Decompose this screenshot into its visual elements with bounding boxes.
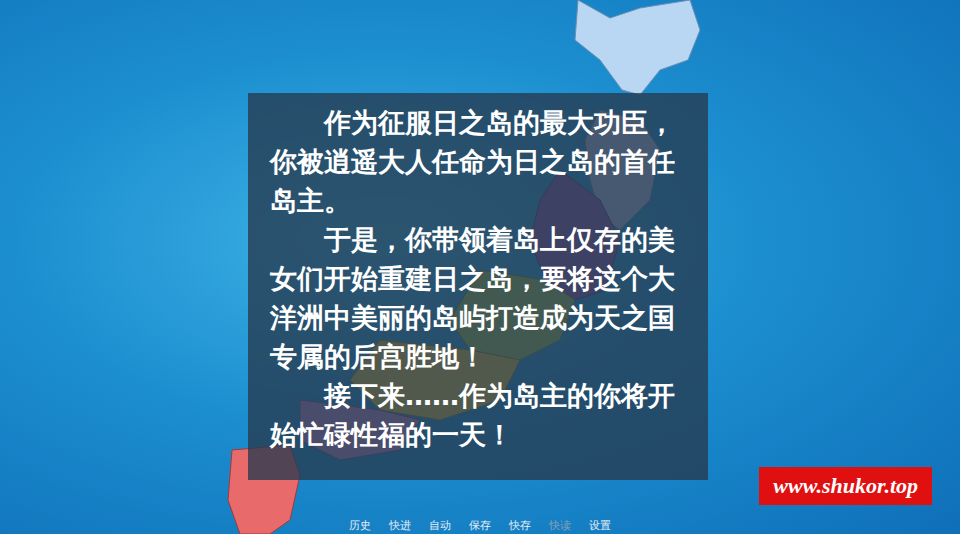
menu-button[interactable]: 保存 [467, 519, 493, 533]
menu-button[interactable]: 快进 [387, 519, 413, 533]
watermark: www.shukor.top [759, 467, 932, 505]
menu-button[interactable]: 快存 [507, 519, 533, 533]
story-paragraph: 于是，你带领着岛上仅存的美女们开始重建日之岛，要将这个大洋洲中美丽的岛屿打造成为… [270, 220, 690, 376]
quick-menu: 历史快进自动保存快存快读设置 [0, 519, 960, 534]
watermark-text: www.shukor.top [773, 473, 918, 499]
game-screen: 作为征服日之岛的最大功臣，你被逍遥大人任命为日之岛的首任岛主。于是，你带领着岛上… [0, 0, 960, 534]
menu-button[interactable]: 自动 [427, 519, 453, 533]
story-paragraph: 接下来……作为岛主的你将开始忙碌性福的一天！ [270, 376, 690, 454]
layout: 作为征服日之岛的最大功臣，你被逍遥大人任命为日之岛的首任岛主。于是，你带领着岛上… [0, 0, 960, 534]
text-panel[interactable]: 作为征服日之岛的最大功臣，你被逍遥大人任命为日之岛的首任岛主。于是，你带领着岛上… [248, 93, 708, 480]
menu-button: 快读 [547, 519, 573, 533]
menu-button[interactable]: 设置 [587, 519, 613, 533]
menu-button[interactable]: 历史 [347, 519, 373, 533]
story-paragraph: 作为征服日之岛的最大功臣，你被逍遥大人任命为日之岛的首任岛主。 [270, 103, 690, 220]
